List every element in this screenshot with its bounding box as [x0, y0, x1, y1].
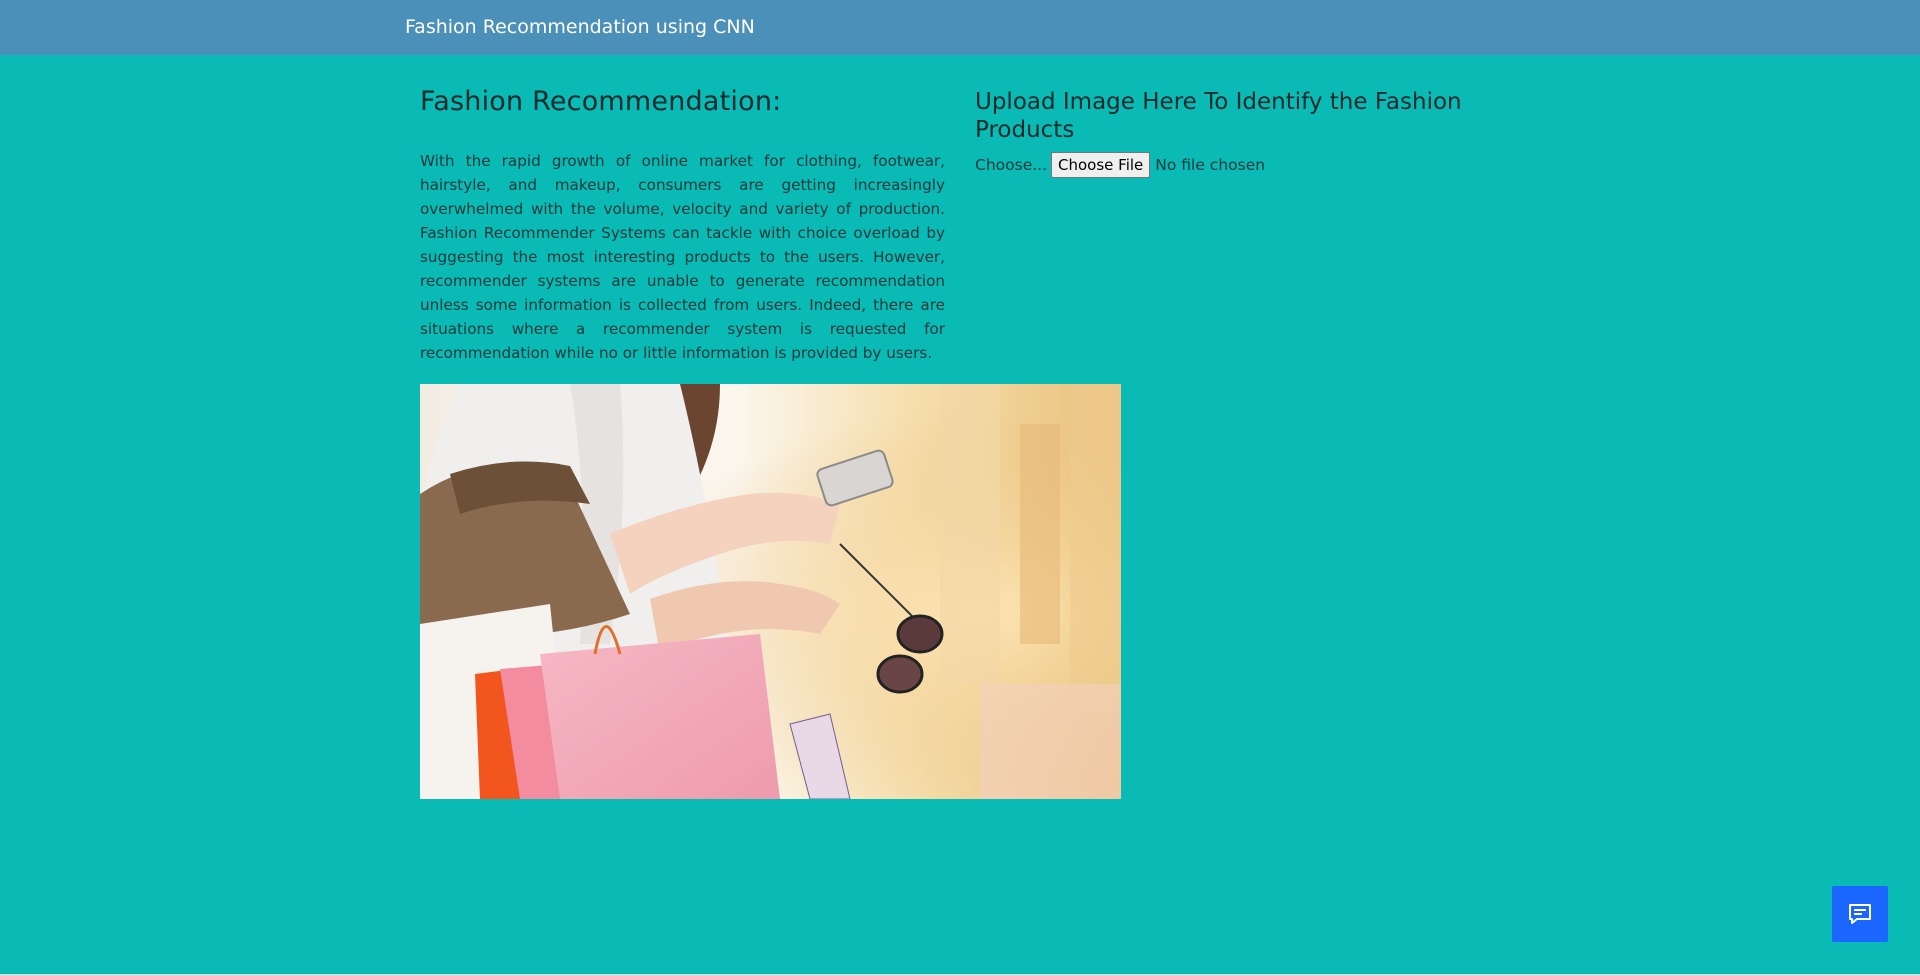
upload-title: Upload Image Here To Identify the Fashio…: [975, 89, 1462, 143]
upload-label: Choose...: [975, 156, 1048, 174]
brand-link[interactable]: Fashion Recommendation using CNN: [405, 16, 755, 38]
intro-section: Fashion Recommendation: With the rapid g…: [420, 86, 945, 365]
chat-icon: [1849, 904, 1871, 924]
shopping-woman-photo: [420, 384, 1121, 799]
upload-section: Upload Image Here To Identify the Fashio…: [975, 88, 1475, 178]
intro-description: With the rapid growth of online market f…: [420, 152, 945, 362]
intro-title: Fashion Recommendation:: [420, 86, 782, 117]
file-status: No file chosen: [1155, 156, 1266, 174]
hero-image: [420, 384, 1121, 799]
navbar: Fashion Recommendation using CNN: [0, 0, 1920, 55]
choose-file-button[interactable]: Choose File: [1051, 152, 1151, 178]
chat-button[interactable]: [1832, 886, 1888, 942]
file-upload-control: Choose... Choose File No file chosen: [975, 152, 1475, 178]
